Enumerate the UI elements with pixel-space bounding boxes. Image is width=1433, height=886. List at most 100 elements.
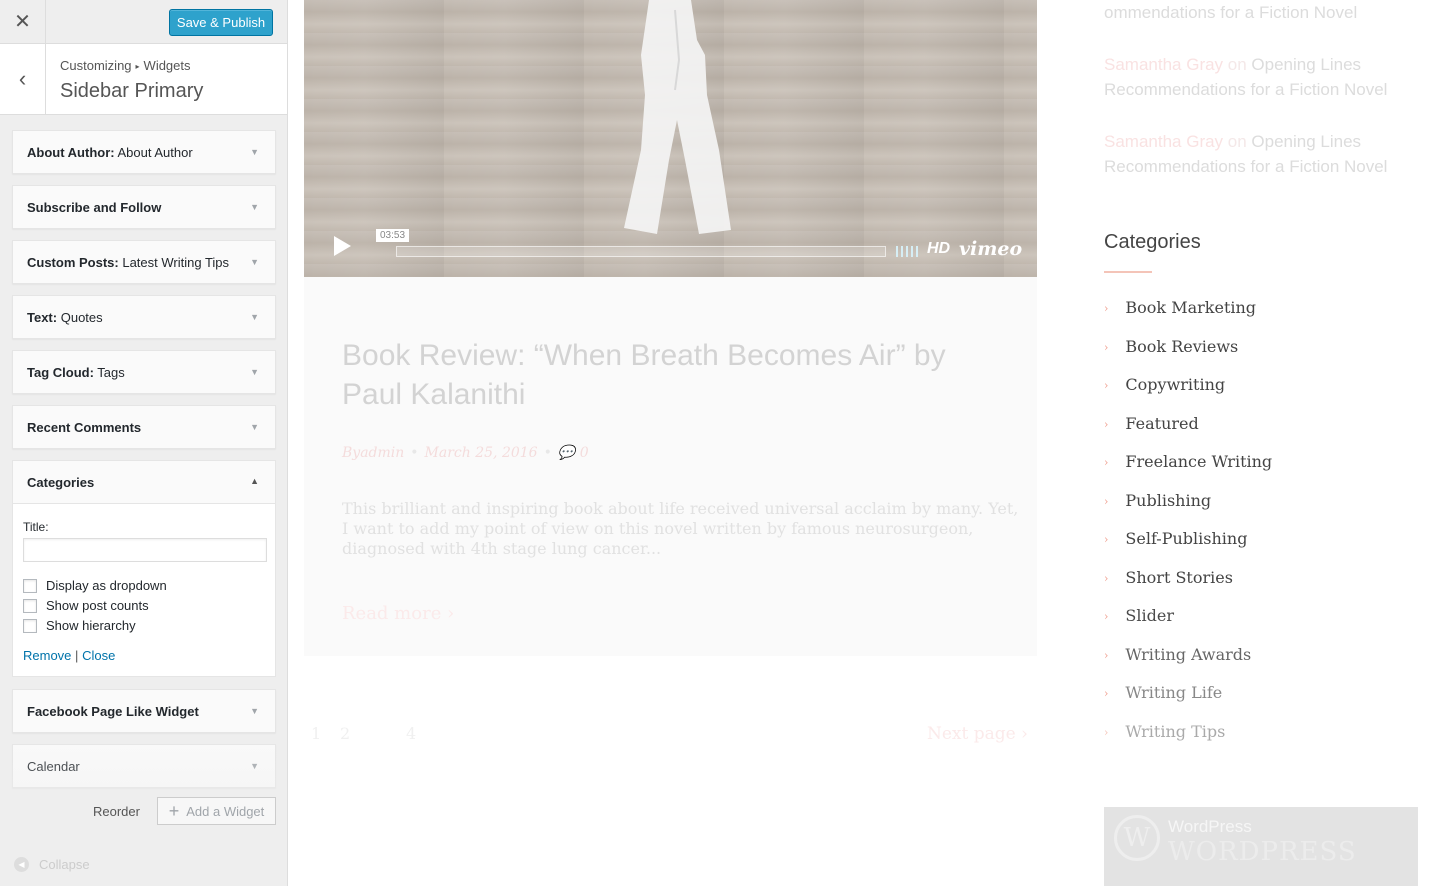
- chevron-right-icon: ›: [1021, 724, 1028, 744]
- expand-arrow-icon[interactable]: ▼: [250, 312, 259, 322]
- widget-subtitle: Quotes: [57, 310, 103, 325]
- pagination-page[interactable]: 4: [406, 724, 416, 743]
- widget-calendar[interactable]: Calendar ▼: [12, 744, 276, 788]
- show-post-counts-checkbox[interactable]: Show post counts: [23, 598, 149, 613]
- comment-post-link[interactable]: ommendations for a Fiction Novel: [1104, 3, 1357, 22]
- vimeo-logo[interactable]: vimeo: [959, 238, 1022, 260]
- expand-arrow-icon[interactable]: ▼: [250, 422, 259, 432]
- read-more-link[interactable]: Read more ›: [342, 603, 454, 624]
- checkbox-icon[interactable]: [23, 598, 37, 613]
- widget-subtitle: About Author: [114, 145, 193, 160]
- widget-facebook-page-like[interactable]: Facebook Page Like Widget ▼: [12, 689, 276, 733]
- reorder-button[interactable]: Reorder: [93, 804, 140, 819]
- section-title: Sidebar Primary: [60, 80, 204, 102]
- title-field-label: Title:: [23, 520, 49, 534]
- section-header: ‹ Customizing ▸ Widgets Sidebar Primary: [0, 44, 287, 115]
- widget-about-author[interactable]: About Author: About Author ▼: [12, 130, 276, 174]
- meta-comments[interactable]: 0: [580, 445, 589, 461]
- wordpress-wordmark: WORDPRESS: [1168, 837, 1357, 867]
- widget-subtitle: Latest Writing Tips: [118, 255, 230, 270]
- chevron-right-icon: ›: [1104, 533, 1109, 546]
- checkbox-label: Display as dropdown: [46, 578, 167, 593]
- comment-author[interactable]: Samantha Gray: [1104, 132, 1223, 151]
- meta-date[interactable]: March 25, 2016: [425, 445, 538, 461]
- category-link[interactable]: › Writing Awards: [1104, 645, 1251, 664]
- category-link[interactable]: › Writing Tips: [1104, 722, 1225, 741]
- chevron-right-icon: ›: [1104, 610, 1109, 623]
- checkbox-label: Show post counts: [46, 598, 149, 613]
- recent-comment-item: Samantha Gray on Opening Lines Recommend…: [1104, 52, 1424, 102]
- chevron-right-icon: ›: [1104, 649, 1109, 662]
- widget-name: Calendar: [27, 759, 80, 774]
- meta-by: By: [342, 445, 361, 461]
- category-link[interactable]: › Slider: [1104, 606, 1174, 625]
- video-progress-bar[interactable]: [396, 246, 886, 257]
- display-dropdown-checkbox[interactable]: Display as dropdown: [23, 578, 167, 593]
- wordpress-badge-label: WordPress: [1168, 817, 1252, 836]
- hd-toggle[interactable]: HD: [927, 240, 950, 258]
- back-chevron-icon[interactable]: ‹: [0, 44, 46, 114]
- recent-comment-item: ommendations for a Fiction Novel: [1104, 0, 1424, 25]
- save-publish-button[interactable]: Save & Publish: [169, 9, 273, 36]
- meta-author[interactable]: admin: [360, 445, 404, 461]
- title-field[interactable]: [23, 538, 267, 562]
- video-player[interactable]: 03:53 HD vimeo: [304, 0, 1037, 277]
- category-link[interactable]: › Book Marketing: [1104, 298, 1256, 317]
- post-card: 03:53 HD vimeo Book Review: “When Breath…: [304, 0, 1037, 656]
- show-hierarchy-checkbox[interactable]: Show hierarchy: [23, 618, 136, 633]
- breadcrumb-separator-icon: ▸: [135, 62, 140, 71]
- expand-arrow-icon[interactable]: ▼: [250, 257, 259, 267]
- comment-author[interactable]: Samantha Gray: [1104, 55, 1223, 74]
- widget-recent-comments[interactable]: Recent Comments ▼: [12, 405, 276, 449]
- customizer-header-bar: ✕ Save & Publish: [0, 0, 287, 44]
- category-link[interactable]: › Copywriting: [1104, 375, 1225, 394]
- category-link[interactable]: › Short Stories: [1104, 568, 1233, 587]
- expand-arrow-icon[interactable]: ▼: [250, 147, 259, 157]
- category-link[interactable]: › Writing Life: [1104, 683, 1222, 702]
- collapse-button[interactable]: ◀ Collapse: [14, 857, 90, 872]
- close-icon[interactable]: ✕: [0, 0, 46, 43]
- expand-arrow-icon[interactable]: ▼: [250, 706, 259, 716]
- widget-name: Tag Cloud:: [27, 365, 94, 380]
- chevron-right-icon: ›: [1104, 341, 1109, 354]
- widget-subscribe-follow[interactable]: Subscribe and Follow ▼: [12, 185, 276, 229]
- category-link[interactable]: › Book Reviews: [1104, 337, 1238, 356]
- next-page-link[interactable]: Next page ›: [927, 724, 1028, 744]
- add-widget-button[interactable]: + Add a Widget: [157, 797, 276, 825]
- chevron-right-icon: ›: [1104, 495, 1109, 508]
- pagination-page[interactable]: 1: [311, 724, 321, 743]
- widget-custom-posts[interactable]: Custom Posts: Latest Writing Tips ▼: [12, 240, 276, 284]
- link-separator: |: [75, 648, 79, 663]
- title-underline: [1104, 271, 1152, 273]
- expand-arrow-icon[interactable]: ▼: [250, 761, 259, 771]
- checkbox-icon[interactable]: [23, 618, 37, 633]
- pagination-page[interactable]: 2: [340, 724, 350, 743]
- wordpress-badge[interactable]: W WORDPRESS WordPress: [1104, 807, 1418, 886]
- close-link[interactable]: Close: [82, 648, 115, 663]
- checkbox-icon[interactable]: [23, 578, 37, 593]
- chevron-right-icon: ›: [1104, 687, 1109, 700]
- remove-link[interactable]: Remove: [23, 648, 71, 663]
- collapse-label: Collapse: [39, 857, 90, 872]
- widget-subtitle: Tags: [93, 365, 125, 380]
- category-link[interactable]: › Freelance Writing: [1104, 452, 1272, 471]
- widget-categories-header[interactable]: Categories ▲: [13, 461, 275, 504]
- volume-icon[interactable]: [896, 246, 918, 257]
- comment-icon: 💬: [557, 445, 576, 461]
- expand-arrow-icon[interactable]: ▼: [250, 367, 259, 377]
- chevron-right-icon: ›: [1104, 726, 1109, 739]
- expand-arrow-icon[interactable]: ▼: [250, 202, 259, 212]
- widget-tag-cloud[interactable]: Tag Cloud: Tags ▼: [12, 350, 276, 394]
- play-icon[interactable]: [334, 236, 351, 256]
- site-preview: 03:53 HD vimeo Book Review: “When Breath…: [289, 0, 1433, 886]
- collapse-arrow-icon[interactable]: ▲: [250, 476, 259, 486]
- category-link[interactable]: › Self-Publishing: [1104, 529, 1247, 548]
- widget-name: Recent Comments: [27, 420, 142, 435]
- post-title[interactable]: Book Review: “When Breath Becomes Air” b…: [342, 336, 1002, 414]
- widget-name: Subscribe and Follow: [27, 200, 162, 215]
- category-link[interactable]: › Publishing: [1104, 491, 1211, 510]
- widget-text-quotes[interactable]: Text: Quotes ▼: [12, 295, 276, 339]
- comment-on: on: [1223, 132, 1252, 151]
- add-widget-label: Add a Widget: [186, 803, 265, 819]
- category-link[interactable]: › Featured: [1104, 414, 1199, 433]
